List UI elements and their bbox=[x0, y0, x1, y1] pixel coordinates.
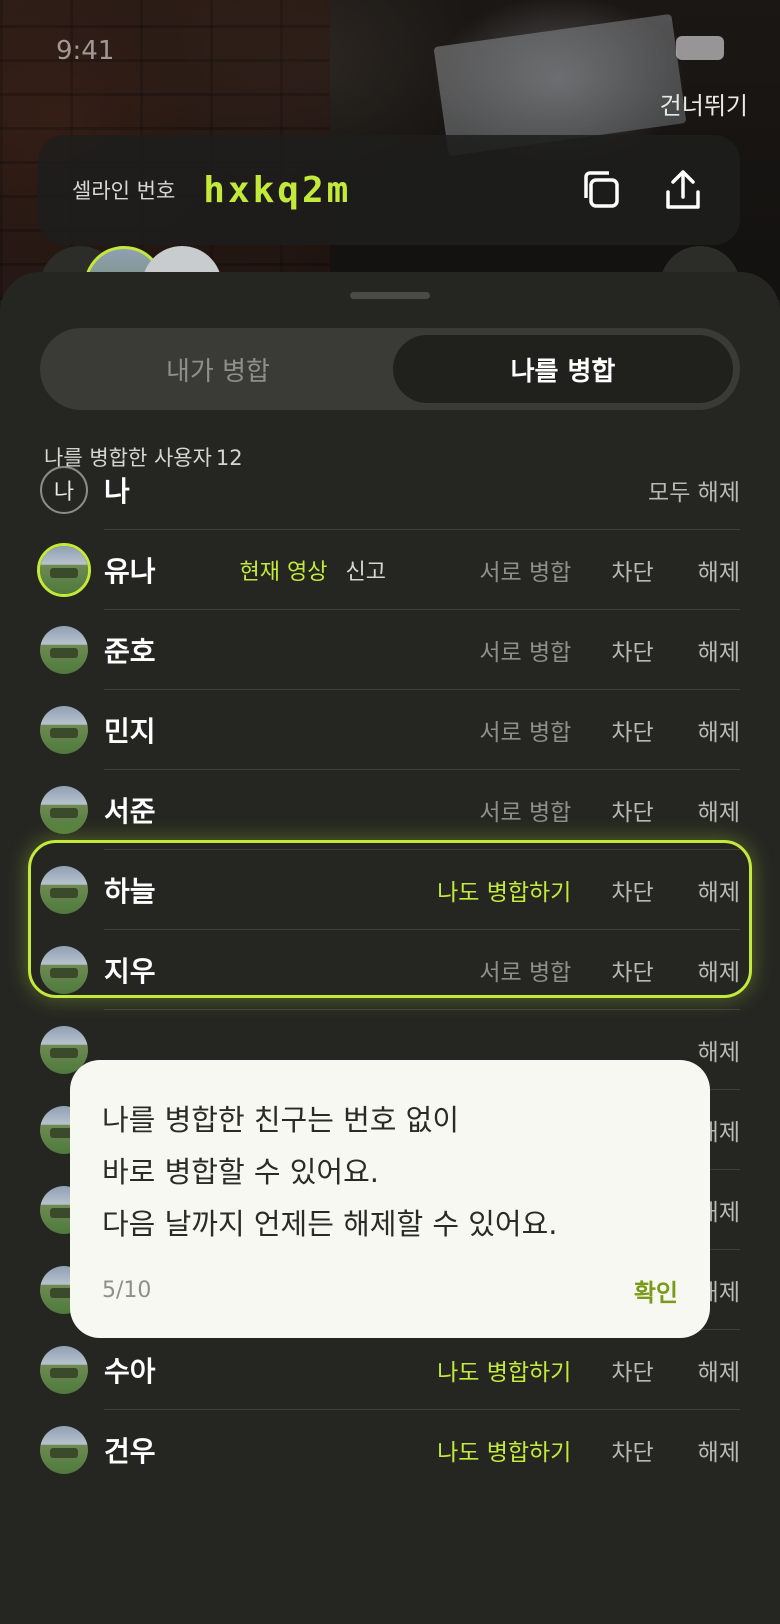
user-name: 건우 bbox=[104, 1435, 156, 1468]
copy-icon[interactable] bbox=[578, 167, 624, 213]
row-actions: 서로 병합 차단 해제 bbox=[479, 713, 740, 747]
avatar[interactable] bbox=[40, 706, 88, 754]
coachmark-highlight bbox=[28, 840, 752, 998]
confirm-button[interactable]: 확인 bbox=[634, 1273, 678, 1308]
tooltip-footer: 5/10 확인 bbox=[102, 1273, 678, 1308]
tooltip-line: 나를 병합한 친구는 번호 없이 bbox=[102, 1103, 460, 1137]
user-name: 나 bbox=[104, 475, 130, 508]
row-actions: 서로 병합 차단 해제 bbox=[479, 633, 740, 667]
user-name: 민지 bbox=[104, 715, 156, 748]
tab-merged-by-me[interactable]: 내가 병합 bbox=[48, 335, 388, 403]
avatar[interactable] bbox=[37, 543, 91, 597]
block-button[interactable]: 차단 bbox=[611, 1433, 653, 1467]
merge-button[interactable]: 서로 병합 bbox=[479, 553, 571, 587]
avatar: 나 bbox=[40, 466, 88, 514]
row-actions: 서로 병합 차단 해제 bbox=[479, 553, 740, 587]
release-button[interactable]: 해제 bbox=[698, 553, 740, 587]
merge-button[interactable]: 서로 병합 bbox=[479, 633, 571, 667]
avatar[interactable] bbox=[40, 1426, 88, 1474]
release-all-button[interactable]: 모두 해제 bbox=[648, 473, 740, 507]
code-label: 셀라인 번호 bbox=[72, 179, 176, 203]
row-actions: 서로 병합 차단 해제 bbox=[479, 793, 740, 827]
merge-button[interactable]: 서로 병합 bbox=[479, 713, 571, 747]
list-item: 서준 서로 병합 차단 해제 bbox=[40, 770, 740, 850]
block-button[interactable]: 차단 bbox=[611, 1353, 653, 1387]
list-item: 건우 나도 병합하기 차단 해제 bbox=[40, 1410, 740, 1490]
user-name: 서준 bbox=[104, 795, 156, 828]
user-tags: 현재 영상 신고 bbox=[240, 554, 386, 586]
coachmark-tooltip: 나를 병합한 친구는 번호 없이 바로 병합할 수 있어요. 다음 날까지 언제… bbox=[70, 1060, 710, 1338]
list-item: 민지 서로 병합 차단 해제 bbox=[40, 690, 740, 770]
block-button[interactable]: 차단 bbox=[611, 553, 653, 587]
user-name: 유나 bbox=[104, 555, 156, 588]
status-time: 9:41 bbox=[56, 36, 115, 66]
release-button[interactable]: 해제 bbox=[698, 793, 740, 827]
report-button[interactable]: 신고 bbox=[346, 554, 386, 586]
merge-back-button[interactable]: 나도 병합하기 bbox=[437, 1353, 571, 1387]
tab-merged-me[interactable]: 나를 병합 bbox=[393, 335, 733, 403]
tooltip-page-indicator: 5/10 bbox=[102, 1278, 152, 1303]
release-button[interactable]: 해제 bbox=[698, 1353, 740, 1387]
release-button[interactable]: 해제 bbox=[698, 1033, 740, 1067]
block-button[interactable]: 차단 bbox=[611, 793, 653, 827]
sheet-handle[interactable] bbox=[350, 292, 430, 299]
tooltip-line: 다음 날까지 언제든 해제할 수 있어요. bbox=[102, 1207, 558, 1241]
code-actions bbox=[578, 167, 706, 213]
avatar[interactable] bbox=[40, 626, 88, 674]
avatar[interactable] bbox=[40, 1346, 88, 1394]
segmented-control: 내가 병합 나를 병합 bbox=[40, 328, 740, 410]
share-icon[interactable] bbox=[660, 167, 706, 213]
bottom-sheet: 내가 병합 나를 병합 나를 병합한 사용자 12 나 나 모두 해제 유나 현재… bbox=[0, 272, 780, 1624]
tooltip-line: 바로 병합할 수 있어요. bbox=[102, 1155, 379, 1189]
release-button[interactable]: 해제 bbox=[698, 713, 740, 747]
user-name: 수아 bbox=[104, 1355, 156, 1388]
user-name: 준호 bbox=[104, 635, 156, 668]
skip-button[interactable]: 건너뛰기 bbox=[660, 86, 748, 121]
code-card: 셀라인 번호 hxkq2m bbox=[38, 135, 740, 245]
list-item: 수아 나도 병합하기 차단 해제 bbox=[40, 1330, 740, 1410]
row-actions: 나도 병합하기 차단 해제 bbox=[437, 1353, 740, 1387]
list-item: 준호 서로 병합 차단 해제 bbox=[40, 610, 740, 690]
block-button[interactable]: 차단 bbox=[611, 633, 653, 667]
battery-icon bbox=[676, 36, 724, 60]
avatar[interactable] bbox=[40, 786, 88, 834]
release-button[interactable]: 해제 bbox=[698, 633, 740, 667]
list-item-me: 나 나 모두 해제 bbox=[40, 450, 740, 530]
merge-back-button[interactable]: 나도 병합하기 bbox=[437, 1433, 571, 1467]
avatar-initial: 나 bbox=[53, 480, 75, 505]
current-video-badge: 현재 영상 bbox=[239, 560, 328, 585]
list-item: 유나 현재 영상 신고 서로 병합 차단 해제 bbox=[37, 530, 740, 610]
merge-button[interactable]: 서로 병합 bbox=[479, 793, 571, 827]
row-actions: 나도 병합하기 차단 해제 bbox=[437, 1433, 740, 1467]
code-value: hxkq2m bbox=[203, 169, 352, 211]
release-button[interactable]: 해제 bbox=[698, 1433, 740, 1467]
block-button[interactable]: 차단 bbox=[611, 713, 653, 747]
